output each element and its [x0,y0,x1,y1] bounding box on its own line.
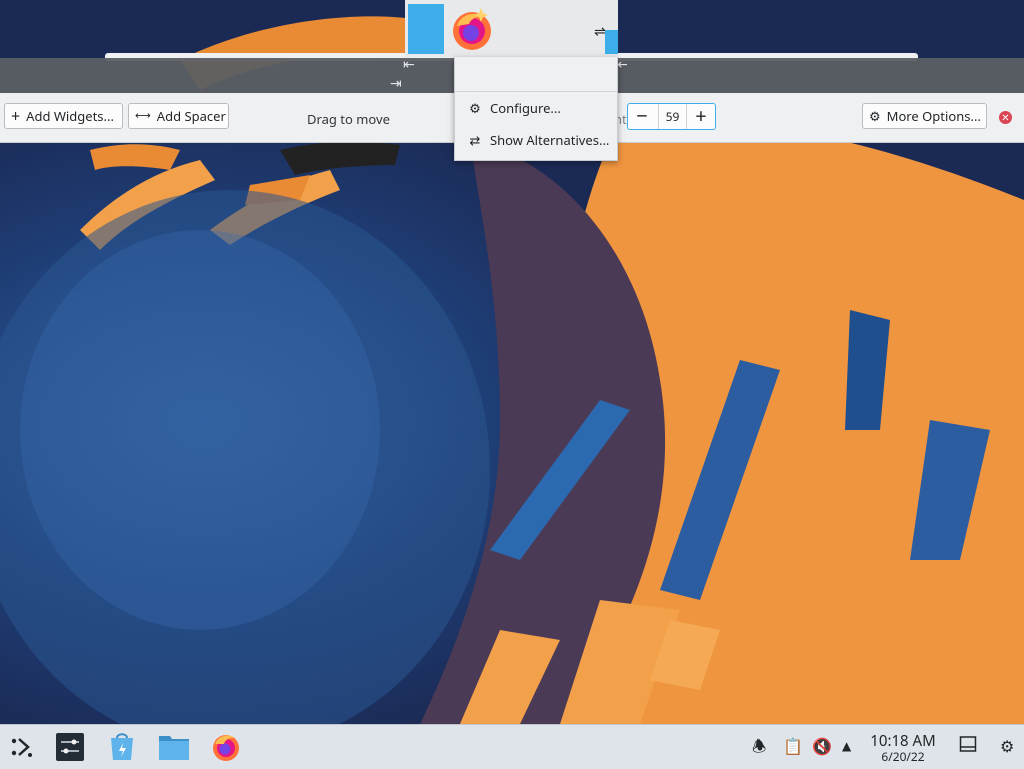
min-length-handle-icon[interactable]: ⇤ [403,58,415,72]
offset-handle-icon[interactable]: ⇥ [390,77,402,91]
add-widgets-label: Add Widgets... [26,107,114,125]
widget-highlight-right [605,30,618,54]
decrease-height-button[interactable]: − [628,104,656,129]
show-desktop-icon[interactable] [959,735,977,756]
more-options-button[interactable]: ⚙ More Options... [862,103,987,129]
firefox-icon[interactable] [210,731,242,763]
configure-icon: ⚙ [869,107,881,125]
panel-settings-icon[interactable]: ⚙ [1000,737,1014,755]
menu-item-label: Configure... [490,99,561,117]
menu-item-show-alternatives[interactable]: ⇄ Show Alternatives... [455,124,617,156]
increase-height-button[interactable]: + [687,104,715,129]
alternatives-icon: ⇄ [469,131,481,149]
widget-highlight-left [408,4,444,54]
discover-icon[interactable] [106,731,138,763]
more-options-label: More Options... [886,107,981,125]
panel-height-spinbox[interactable]: − 59 + [627,103,716,130]
plus-icon: + [11,105,21,127]
add-widgets-button[interactable]: + Add Widgets... [4,103,123,129]
add-spacer-label: Add Spacer [156,107,226,125]
panel-height-value[interactable]: 59 [658,104,687,129]
widget-context-menu: ⚙ Configure... ⇄ Show Alternatives... [454,57,618,161]
firefox-icon[interactable] [449,6,495,52]
widget-settings-handle-icon[interactable]: ⇌ [594,22,606,41]
spacer-icon: ⟷ [135,108,151,123]
show-hidden-icon[interactable]: ▲ [842,737,851,755]
configure-icon: ⚙ [469,99,481,117]
menu-header [455,57,617,92]
dolphin-icon[interactable] [158,731,190,763]
menu-item-configure[interactable]: ⚙ Configure... [455,92,617,124]
application-launcher-icon[interactable] [6,731,38,763]
system-settings-icon[interactable] [54,731,86,763]
close-edit-mode-button[interactable]: ✕ [999,111,1012,124]
notifications-icon[interactable]: 🕭 [752,737,766,755]
bottom-taskbar: 🕭 📋 🔇 ▲ 10:18 AM 6/20/22 ⚙ [0,724,1024,769]
drag-to-move-handle[interactable]: Drag to move [307,110,390,128]
clipboard-icon[interactable]: 📋 [783,737,803,755]
clock-date[interactable]: 6/20/22 [864,748,942,765]
volume-muted-icon[interactable]: 🔇 [812,737,832,755]
add-spacer-button[interactable]: ⟷ Add Spacer [128,103,229,129]
panel-widget-highlight[interactable]: ⇌ [405,0,618,57]
menu-item-label: Show Alternatives... [490,131,610,149]
